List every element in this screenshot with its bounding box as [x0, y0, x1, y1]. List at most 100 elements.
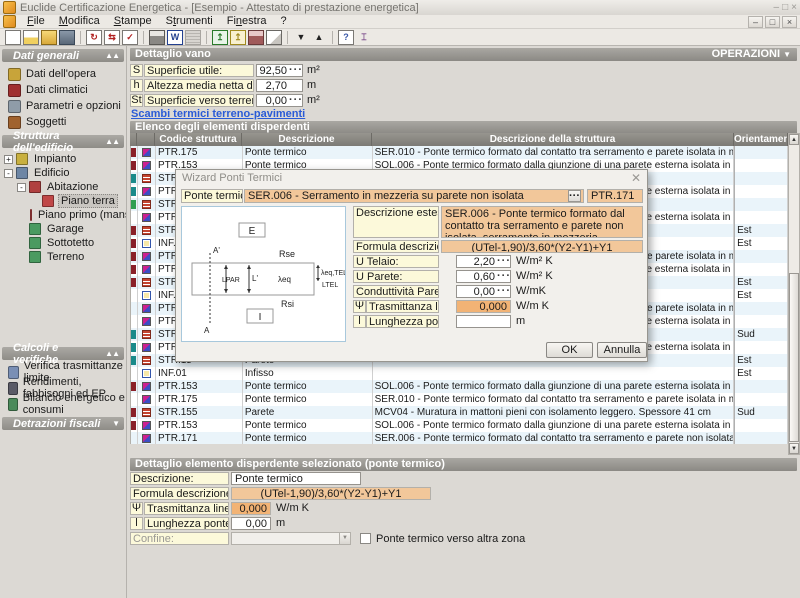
scrollbar-thumb[interactable] [789, 273, 799, 442]
help-icon[interactable]: ? [338, 30, 354, 45]
table-row[interactable]: STR.155PareteMCV04 - Muratura in mattoni… [131, 406, 788, 419]
energy-balance-icon [8, 398, 18, 411]
open-folder-icon[interactable] [41, 30, 57, 45]
field-value[interactable]: 0,60··· [456, 270, 511, 283]
sidebar-section-header-3[interactable]: Detrazioni fiscali▼ [2, 417, 124, 430]
menu-item-[interactable]: ? [274, 15, 294, 28]
table-row[interactable]: INF.01InfissoEst [131, 367, 788, 380]
close-icon[interactable]: × [791, 2, 797, 13]
move-down-icon[interactable]: ▼ [293, 30, 309, 45]
dialog-close-icon[interactable]: ✕ [631, 171, 641, 185]
field-value[interactable]: Ponte termico [231, 472, 361, 485]
exit-icon[interactable]: ⌶ [356, 30, 372, 45]
field-value[interactable]: 0,000 [456, 300, 511, 313]
sidebar-item[interactable]: Dati climatici [0, 82, 126, 98]
table-scrollbar[interactable]: ▲ ▼ [788, 133, 800, 455]
table-row[interactable]: PTR.175Ponte termicoSER.010 - Ponte term… [131, 146, 788, 159]
menu-item-file[interactable]: File [20, 15, 52, 28]
operations-button[interactable]: OPERAZIONI ▼ [712, 48, 791, 61]
row-marker-cell [131, 315, 138, 328]
collapse-icon[interactable]: - [17, 183, 26, 192]
tree-item-label: Piano terra [58, 194, 118, 208]
ellipsis-button[interactable]: ··· [497, 271, 509, 282]
ellipsis-button[interactable]: ··· [497, 286, 509, 297]
import-green-icon[interactable]: ↥ [212, 30, 228, 45]
annulla-button[interactable]: Annulla [597, 342, 647, 358]
table-row[interactable]: PTR.153Ponte termicoSOL.006 - Ponte term… [131, 419, 788, 432]
collapse-icon[interactable]: - [4, 169, 13, 178]
ellipsis-button[interactable]: ··· [289, 65, 301, 76]
import-yellow-icon[interactable]: ↥ [230, 30, 246, 45]
ellipsis-button[interactable]: ··· [289, 95, 301, 106]
replace-document-icon[interactable]: ⇆ [104, 30, 120, 45]
verify-document-icon[interactable]: ✓ [122, 30, 138, 45]
expand-icon[interactable]: ▼ [112, 419, 119, 428]
expand-icon[interactable]: + [4, 155, 13, 164]
print-copy-icon[interactable] [248, 30, 264, 45]
menu-item-stampe[interactable]: Stampe [107, 15, 159, 28]
collapse-icon[interactable]: ▲▲ [105, 137, 119, 146]
confine-select[interactable]: ▼ [231, 532, 351, 545]
table-header-row: Codice strutturaDescrizioneDescrizione d… [130, 133, 788, 146]
maximize-icon[interactable]: □ [782, 2, 788, 13]
mdi-close-icon[interactable]: × [782, 16, 797, 28]
minimize-icon[interactable]: – [774, 2, 780, 13]
sidebar-item[interactable]: Parametri e opzioni [0, 98, 126, 114]
field-value[interactable]: 0,000 [231, 502, 271, 515]
field-value[interactable]: 2,20··· [456, 255, 511, 268]
ponte-termico-combo[interactable]: SER.006 - Serramento in mezzeria su pare… [244, 189, 584, 203]
print-icon[interactable] [149, 30, 165, 45]
wall-icon [142, 226, 151, 235]
mdi-minimize-icon[interactable]: – [748, 16, 763, 28]
collapse-icon[interactable]: ▲▲ [105, 349, 119, 358]
save-icon[interactable] [59, 30, 75, 45]
menu-item-finestra[interactable]: Finestra [220, 15, 274, 28]
field-value[interactable]: 92,50··· [256, 64, 303, 77]
scambi-termici-link[interactable]: Scambi termici terreno-pavimenti [131, 108, 305, 120]
dwelling-icon [29, 181, 41, 193]
svg-text:Rse: Rse [279, 249, 295, 259]
sidebar-item[interactable]: Bilancio energetico e consumi [0, 396, 126, 412]
table-row[interactable]: PTR.153Ponte termicoSOL.006 - Ponte term… [131, 380, 788, 393]
tree-item[interactable]: Piano terra [0, 194, 126, 208]
tree-item[interactable]: Sottotetto [0, 236, 126, 250]
field-value[interactable] [456, 315, 511, 328]
sidebar-section-header-1[interactable]: Struttura dell'edificio▲▲ [2, 135, 124, 148]
refresh-document-icon[interactable]: ↻ [86, 30, 102, 45]
export-word-icon[interactable]: W [167, 30, 183, 45]
collapse-icon[interactable]: ▲▲ [105, 51, 119, 60]
ellipsis-button[interactable]: ··· [497, 256, 509, 267]
row-icon-cell [138, 211, 156, 224]
tree-item[interactable]: -Abitazione [0, 180, 126, 194]
mdi-restore-icon[interactable]: □ [765, 16, 780, 28]
tree-item[interactable]: -Edificio [0, 166, 126, 180]
new-template-icon[interactable] [23, 30, 39, 45]
sidebar-item[interactable]: Dati dell'opera [0, 66, 126, 82]
tree-item[interactable]: Terreno [0, 250, 126, 264]
field-value[interactable]: 0,00 [231, 517, 271, 530]
move-up-icon[interactable]: ▲ [311, 30, 327, 45]
scroll-down-icon[interactable]: ▼ [789, 443, 799, 454]
field-value[interactable]: 0,00··· [456, 285, 511, 298]
sidebar-item[interactable]: Soggetti [0, 114, 126, 130]
sidebar-section-header-0[interactable]: Dati generali▲▲ [2, 49, 124, 62]
table-row[interactable]: PTR.175Ponte termicoSER.010 - Ponte term… [131, 393, 788, 406]
field-value[interactable]: 0,00··· [256, 94, 303, 107]
ok-button[interactable]: OK [546, 342, 593, 358]
ellipsis-button[interactable]: ··· [568, 190, 581, 202]
export-grid-disabled-icon[interactable] [185, 30, 201, 45]
altra-zona-checkbox[interactable] [360, 533, 371, 544]
chevron-down-icon: ▼ [783, 50, 791, 59]
menu-item-strumenti[interactable]: Strumenti [159, 15, 220, 28]
sidebar-section-header-2[interactable]: Calcoli e verifiche▲▲ [2, 347, 124, 360]
copy-structure-icon[interactable] [266, 30, 282, 45]
field-value[interactable]: 2,70 [256, 79, 303, 92]
table-row[interactable]: PTR.171Ponte termicoSER.006 - Ponte term… [131, 432, 788, 444]
category-marker [131, 187, 136, 196]
scroll-up-icon[interactable]: ▲ [789, 134, 799, 145]
new-document-icon[interactable] [5, 30, 21, 45]
tree-item[interactable]: Piano primo (mansarda) [0, 208, 126, 222]
tree-item[interactable]: +Impianto [0, 152, 126, 166]
tree-item[interactable]: Garage [0, 222, 126, 236]
menu-item-modifica[interactable]: Modifica [52, 15, 107, 28]
